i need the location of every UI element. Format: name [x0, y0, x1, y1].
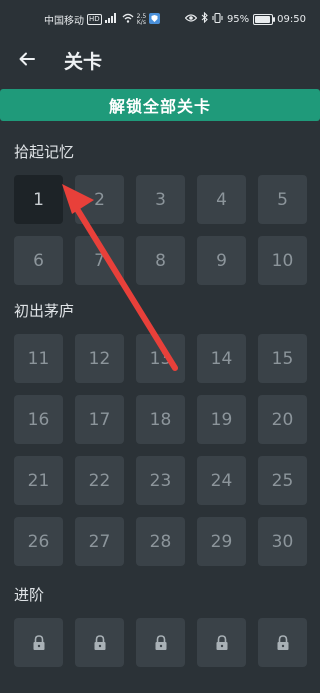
back-button[interactable]	[14, 46, 40, 72]
section-title-advanced: 进阶	[14, 586, 45, 604]
level-button-8[interactable]: 8	[136, 236, 185, 285]
level-button-16[interactable]: 16	[14, 395, 63, 444]
lock-icon	[94, 634, 105, 650]
level-button-15[interactable]: 15	[258, 334, 307, 383]
level-button-19[interactable]: 19	[197, 395, 246, 444]
locked-level-button[interactable]	[14, 618, 63, 667]
level-button-12[interactable]: 12	[75, 334, 124, 383]
level-button-2[interactable]: 2	[75, 175, 124, 224]
level-button-10[interactable]: 10	[258, 236, 307, 285]
locked-level-button[interactable]	[136, 618, 185, 667]
level-button-6[interactable]: 6	[14, 236, 63, 285]
battery-percent: 95%	[226, 13, 250, 25]
section-title-memories: 拾起记忆	[14, 143, 75, 161]
level-button-28[interactable]: 28	[136, 517, 185, 566]
battery-icon	[253, 13, 276, 25]
level-button-9[interactable]: 9	[197, 236, 246, 285]
locked-level-button[interactable]	[197, 618, 246, 667]
level-button-13[interactable]: 13	[136, 334, 185, 383]
level-button-11[interactable]: 11	[14, 334, 63, 383]
level-button-18[interactable]: 18	[136, 395, 185, 444]
status-right: 95% 09:50	[184, 11, 306, 26]
level-button-17[interactable]: 17	[75, 395, 124, 444]
speed-unit: K/s	[136, 18, 146, 26]
level-button-14[interactable]: 14	[197, 334, 246, 383]
lock-icon	[33, 634, 44, 650]
locked-level-button[interactable]	[258, 618, 307, 667]
signal-icon	[104, 13, 119, 26]
section-title-beginner: 初出茅庐	[14, 302, 75, 320]
level-button-22[interactable]: 22	[75, 456, 124, 505]
clock: 09:50	[277, 13, 306, 25]
level-button-27[interactable]: 27	[75, 517, 124, 566]
level-button-30[interactable]: 30	[258, 517, 307, 566]
network-speed: 2.5 K/s	[136, 13, 147, 26]
shield-icon	[149, 12, 161, 27]
level-button-23[interactable]: 23	[136, 456, 185, 505]
level-button-5[interactable]: 5	[258, 175, 307, 224]
level-button-21[interactable]: 21	[14, 456, 63, 505]
level-button-3[interactable]: 3	[136, 175, 185, 224]
vibrate-icon	[212, 12, 223, 26]
hd-badge: HD	[87, 14, 102, 25]
wifi-icon	[122, 13, 134, 26]
level-button-1[interactable]: 1	[14, 175, 63, 224]
bluetooth-icon	[201, 11, 208, 26]
lock-icon	[216, 634, 227, 650]
level-button-29[interactable]: 29	[197, 517, 246, 566]
unlock-all-levels-button[interactable]: 解锁全部关卡	[0, 89, 320, 121]
level-button-7[interactable]: 7	[75, 236, 124, 285]
lock-icon	[155, 634, 166, 650]
arrow-left-icon	[19, 52, 35, 66]
status-bar: 中国移动 HD 2.5 K/s 95% 09:50	[0, 0, 320, 36]
locked-level-button[interactable]	[75, 618, 124, 667]
carrier-label: 中国移动	[44, 16, 84, 27]
level-button-24[interactable]: 24	[197, 456, 246, 505]
lock-icon	[277, 634, 288, 650]
eye-icon	[184, 13, 198, 25]
level-button-25[interactable]: 25	[258, 456, 307, 505]
page-title: 关卡	[64, 51, 103, 73]
level-button-4[interactable]: 4	[197, 175, 246, 224]
level-button-20[interactable]: 20	[258, 395, 307, 444]
app-bar: 关卡	[0, 36, 320, 86]
status-left: 中国移动 HD 2.5 K/s	[44, 12, 161, 27]
level-button-26[interactable]: 26	[14, 517, 63, 566]
